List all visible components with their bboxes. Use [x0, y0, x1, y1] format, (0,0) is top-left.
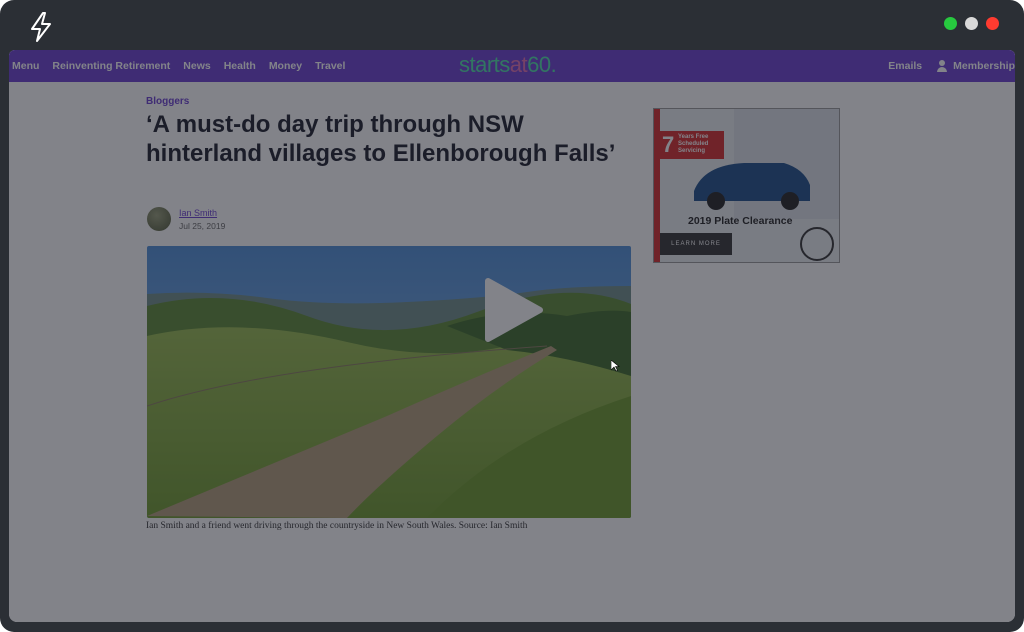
site-logo[interactable]: startsat60.: [459, 52, 557, 78]
article-title: ‘A must-do day trip through NSW hinterla…: [146, 111, 616, 167]
window-dot-grey[interactable]: [965, 17, 978, 30]
logo-at: at: [509, 52, 528, 77]
lion-logo-icon: [800, 227, 834, 261]
window-dot-green[interactable]: [944, 17, 957, 30]
play-icon[interactable]: [484, 277, 544, 343]
ad-learn-more-button[interactable]: LEARN MORE: [660, 233, 732, 255]
author-avatar[interactable]: [147, 207, 171, 231]
ad-badge-text: Years Free Scheduled Servicing: [678, 134, 709, 154]
person-icon: [936, 60, 948, 72]
advertisement[interactable]: 7 Years Free Scheduled Servicing 2019 Pl…: [653, 108, 840, 263]
site-navbar: Menu Reinventing Retirement News Health …: [9, 50, 1015, 82]
ad-badge: 7 Years Free Scheduled Servicing: [660, 131, 724, 159]
nav-right: Emails Membership: [888, 50, 1015, 82]
nav-membership[interactable]: Membership: [936, 60, 1015, 72]
logo-60: 60.: [527, 52, 557, 77]
nav-membership-label: Membership: [953, 60, 1015, 72]
countryside-photo: [147, 246, 631, 518]
ad-badge-number: 7: [662, 132, 675, 157]
bolt-icon[interactable]: [28, 12, 54, 42]
ad-title: 2019 Plate Clearance: [688, 215, 793, 227]
article-date: Jul 25, 2019: [179, 221, 226, 231]
nav-emails[interactable]: Emails: [888, 60, 922, 72]
mouse-cursor-icon: [611, 360, 620, 372]
nav-menu[interactable]: Menu: [12, 60, 39, 72]
nav-news[interactable]: News: [183, 60, 210, 72]
nav-health[interactable]: Health: [224, 60, 256, 72]
article-image[interactable]: [147, 246, 631, 518]
logo-starts: starts: [459, 52, 510, 77]
nav-links: Menu Reinventing Retirement News Health …: [12, 50, 345, 82]
page-viewport: Menu Reinventing Retirement News Health …: [9, 50, 1015, 622]
window-dot-red[interactable]: [986, 17, 999, 30]
nav-reinventing-retirement[interactable]: Reinventing Retirement: [52, 60, 170, 72]
browser-window: Menu Reinventing Retirement News Health …: [0, 0, 1024, 632]
article-category[interactable]: Bloggers: [146, 96, 189, 107]
nav-money[interactable]: Money: [269, 60, 302, 72]
nav-travel[interactable]: Travel: [315, 60, 345, 72]
image-caption: Ian Smith and a friend went driving thro…: [146, 521, 528, 531]
author-link[interactable]: Ian Smith: [179, 208, 217, 218]
